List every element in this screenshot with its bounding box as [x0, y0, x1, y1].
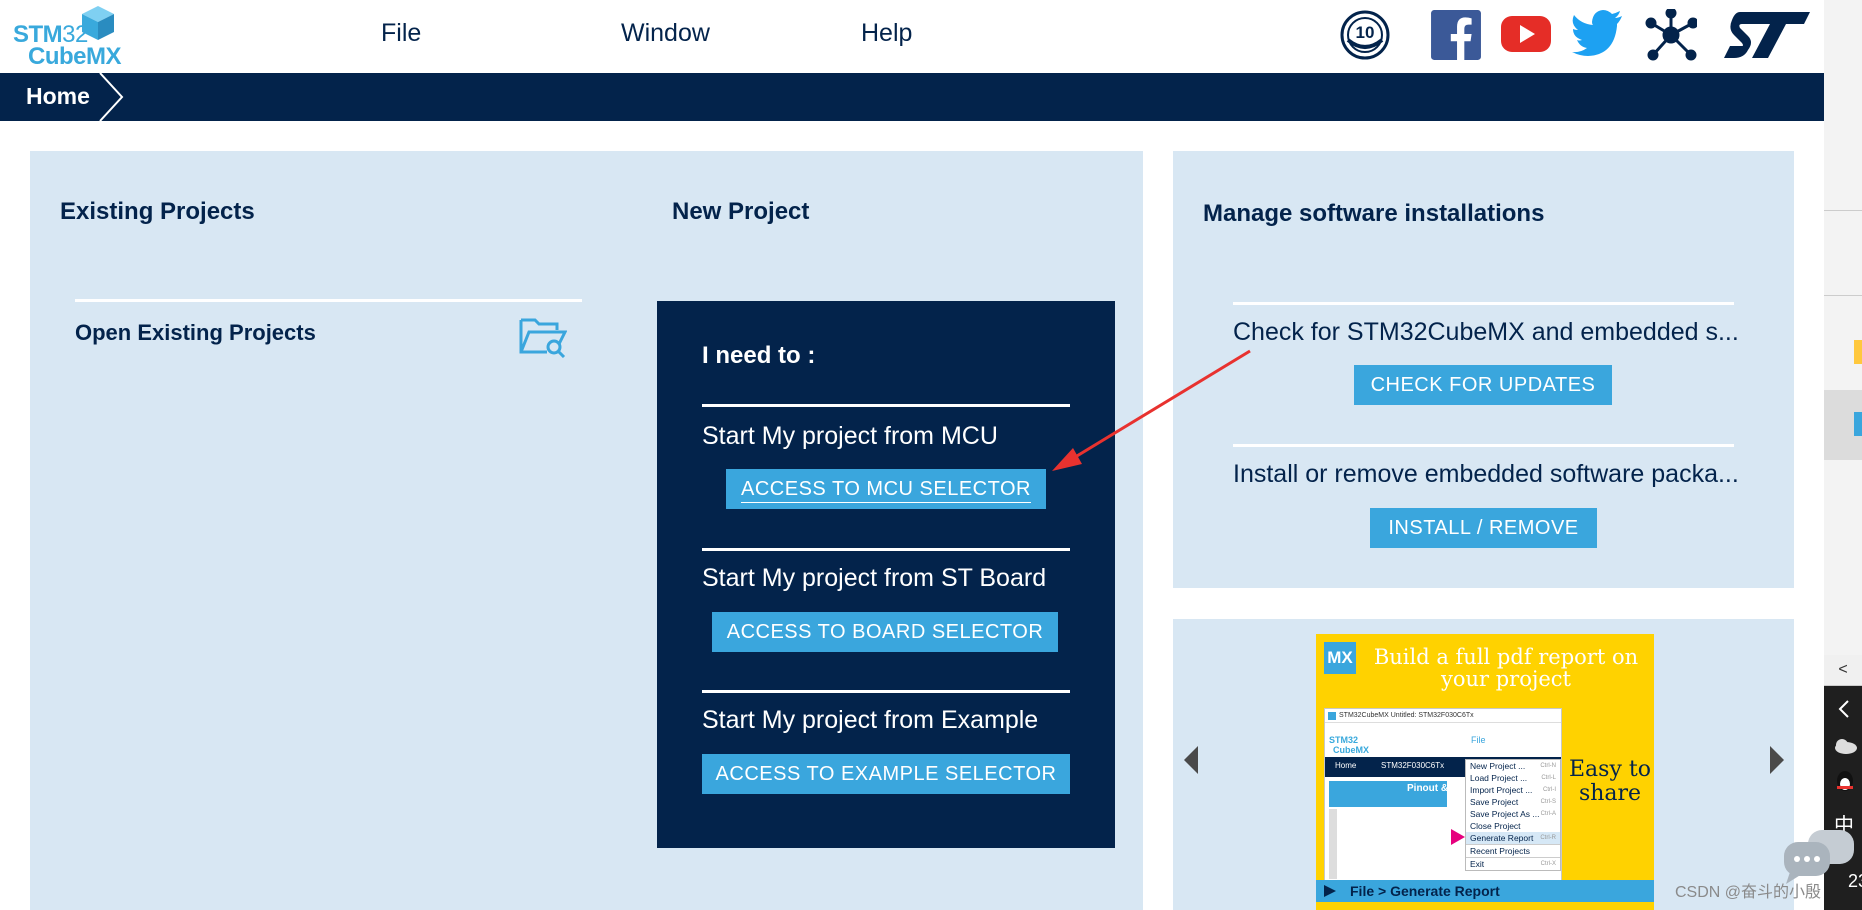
network-icon[interactable]: [1645, 9, 1697, 61]
divider: [75, 299, 582, 302]
access-mcu-selector-button[interactable]: ACCESS TO MCU SELECTOR: [726, 469, 1046, 509]
desktop-side-strip: < 中 23: [1824, 0, 1862, 910]
mini-menu-item: New Project ... Ctrl-N: [1470, 761, 1556, 771]
board-option-label: Start My project from ST Board: [702, 564, 1047, 592]
mini-app-icon: [1328, 712, 1336, 720]
side-upper-area: [1824, 0, 1862, 655]
breadcrumb-home[interactable]: Home: [26, 83, 90, 110]
check-for-updates-button[interactable]: CHECK FOR UPDATES: [1354, 365, 1612, 405]
app-icon: [1854, 412, 1862, 436]
annotation-arrow: [1052, 349, 1251, 471]
chevron-left-icon[interactable]: [1184, 746, 1200, 774]
youtube-icon[interactable]: [1500, 14, 1552, 54]
breadcrumb-chevron-icon: [99, 73, 124, 121]
example-option-label: Start My project from Example: [702, 706, 1039, 734]
side-selected-item[interactable]: [1824, 390, 1862, 460]
mini-menu-item: Recent Projects: [1466, 844, 1560, 857]
mini-window-title: STM32CubeMX Untitled: STM32F030C6Tx: [1325, 709, 1561, 723]
open-existing-projects-label[interactable]: Open Existing Projects: [75, 320, 316, 346]
install-remove-description: Install or remove embedded software pack…: [1233, 460, 1739, 488]
cube-logo-icon: [82, 6, 114, 40]
badge-number: 10: [1355, 23, 1375, 42]
twitter-icon[interactable]: [1572, 10, 1624, 56]
divider: [1233, 444, 1734, 447]
mcu-selector-button-text: ACCESS TO MCU SELECTOR: [741, 478, 1031, 503]
facebook-icon[interactable]: [1430, 9, 1482, 61]
mini-menu-item-highlighted: Generate Report Ctrl-R: [1466, 832, 1560, 844]
mini-tab-bar: Pinout & Co: [1329, 781, 1464, 807]
access-example-selector-button[interactable]: ACCESS TO EXAMPLE SELECTOR: [702, 754, 1070, 794]
mini-logo: STM32 CubeMX: [1329, 735, 1369, 755]
i-need-to-label: I need to :: [702, 342, 816, 369]
mini-menu-item: Save Project As ... Ctrl-A: [1470, 809, 1556, 819]
mini-logo-line1: STM32: [1329, 735, 1359, 745]
st-logo[interactable]: [1722, 10, 1812, 60]
mini-crumb-part: STM32F030C6Tx: [1381, 761, 1445, 770]
report-promo-image[interactable]: MX Build a full pdf report on your proje…: [1316, 634, 1654, 910]
mini-window: STM32CubeMX Untitled: STM32F030C6Tx STM3…: [1324, 708, 1562, 882]
mini-menu-item: Exit Ctrl-X: [1466, 857, 1560, 870]
qq-icon[interactable]: [1832, 769, 1858, 795]
promo-side-text: Easy to share: [1569, 757, 1651, 806]
mini-file-dropdown: New Project ... Ctrl-N Load Project ... Ct…: [1465, 759, 1561, 871]
mx-badge: MX: [1324, 642, 1356, 674]
mini-file-menu: File: [1471, 735, 1486, 745]
collapse-button[interactable]: <: [1824, 655, 1862, 686]
csdn-watermark: CSDN @奋斗的小殷: [1675, 884, 1822, 901]
mini-logo-line2: CubeMX: [1333, 745, 1369, 755]
cloud-icon[interactable]: [1832, 737, 1858, 755]
menu-file[interactable]: File: [381, 19, 421, 48]
chevron-left-icon[interactable]: [1838, 699, 1850, 719]
divider: [1824, 295, 1862, 296]
menu-window[interactable]: Window: [621, 19, 710, 48]
divider: [702, 548, 1070, 551]
manage-software-title: Manage software installations: [1203, 200, 1545, 227]
promo-title: Build a full pdf report on your project: [1373, 645, 1639, 691]
mini-menu-item: Import Project ... Ctrl-I: [1470, 785, 1556, 795]
play-icon: [1324, 885, 1336, 897]
chevron-right-icon[interactable]: [1768, 746, 1784, 774]
access-board-selector-button[interactable]: ACCESS TO BOARD SELECTOR: [712, 612, 1058, 652]
divider: [1824, 210, 1862, 211]
mini-pinout-tab: Pinout & Co: [1407, 783, 1465, 794]
mcu-option-label: Start My project from MCU: [702, 422, 998, 450]
install-remove-button[interactable]: INSTALL / REMOVE: [1370, 508, 1597, 548]
divider: [702, 404, 1070, 407]
mini-menu-item: Close Project: [1470, 821, 1521, 831]
new-project-title: New Project: [672, 198, 810, 225]
existing-projects-title: Existing Projects: [60, 198, 255, 225]
breadcrumb-bar: Home: [0, 73, 1824, 121]
cubemx-logo-text: CubeMX: [28, 43, 122, 70]
mini-crumb-home: Home: [1335, 761, 1357, 770]
mini-scrollbar: [1329, 809, 1337, 879]
divider: [1233, 302, 1734, 305]
mini-menu-item: Save Project Ctrl-S: [1470, 797, 1556, 807]
pointer-triangle-icon: [1451, 829, 1465, 845]
top-menu-bar: STM32 CubeMX File Window Help 10: [0, 0, 1824, 73]
promo-footer: File > Generate Report: [1316, 880, 1654, 902]
open-folder-icon[interactable]: [519, 314, 567, 358]
chat-bubbles-icon[interactable]: [1780, 826, 1858, 886]
check-updates-description: Check for STM32CubeMX and embedded s...: [1233, 318, 1739, 346]
divider: [702, 690, 1070, 693]
promo-footer-text: File > Generate Report: [1350, 883, 1500, 899]
mini-menu-item: Load Project ... Ctrl-L: [1470, 773, 1556, 783]
folder-icon[interactable]: [1854, 340, 1862, 364]
anniversary-badge[interactable]: 10: [1340, 10, 1390, 60]
menu-help[interactable]: Help: [861, 19, 912, 48]
